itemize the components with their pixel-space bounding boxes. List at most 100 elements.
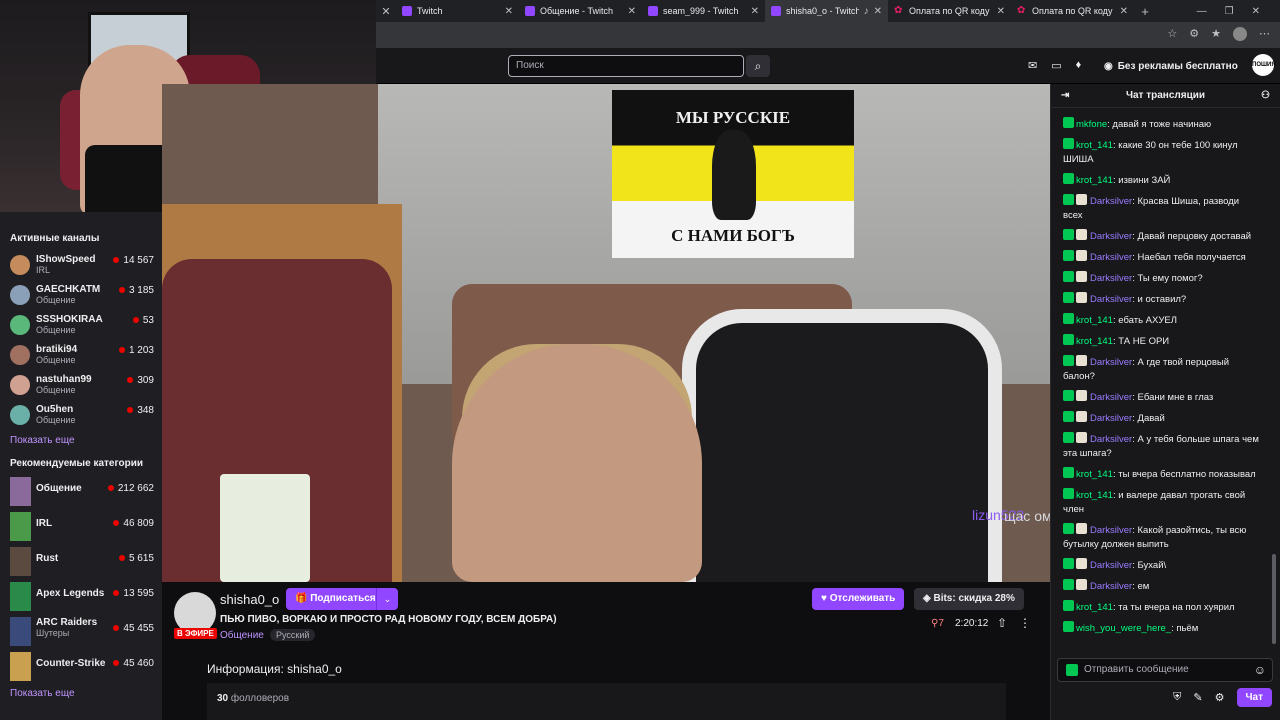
chat-username[interactable]: krot_141 xyxy=(1076,336,1113,347)
chat-message: krot_141: ты вчера бесплатно показывал xyxy=(1051,464,1267,485)
user-avatar[interactable]: ПОШИЯ xyxy=(1252,54,1276,76)
browser-tab[interactable]: ✿ Оплата по QR коду ✕ xyxy=(1011,0,1134,22)
restore-icon[interactable]: ❐ xyxy=(1225,6,1234,17)
browser-tab[interactable]: Twitch ✕ xyxy=(396,0,519,22)
chat-username[interactable]: Darksilver xyxy=(1090,196,1132,207)
show-more-categories[interactable]: Показать еще xyxy=(0,688,162,699)
speaker-icon[interactable]: ♪ xyxy=(864,6,869,17)
chat-username[interactable]: Darksilver xyxy=(1090,294,1132,305)
sidebar-category[interactable]: Counter-Strike 45 460 xyxy=(0,650,162,685)
address-bar-icons: ☆ ⚙ ★ ⋯ xyxy=(1167,27,1270,41)
chat-username[interactable]: mkfone xyxy=(1076,119,1107,130)
sidebar-channel[interactable]: SSSHOKIRAA Общение 53 xyxy=(0,311,162,341)
chevron-down-icon[interactable]: ⌄ xyxy=(376,588,398,610)
shield-icon[interactable]: ⛨ xyxy=(1173,691,1181,704)
emoji-icon[interactable]: ☺ xyxy=(1254,663,1266,677)
pencil-icon[interactable]: ✎ xyxy=(1193,691,1202,704)
collapse-chat-icon[interactable]: ⇥ xyxy=(1061,84,1069,108)
chat-username[interactable]: Darksilver xyxy=(1090,581,1132,592)
bits-button[interactable]: ◈ Bits: скидка 28% xyxy=(914,588,1024,610)
chat-username[interactable]: wish_you_were_here_ xyxy=(1076,623,1171,634)
sidebar-category[interactable]: Общение 212 662 xyxy=(0,475,162,510)
chat-username[interactable]: Darksilver xyxy=(1090,434,1132,445)
viewer-count: 309 xyxy=(127,375,154,386)
minimize-icon[interactable]: — xyxy=(1197,6,1207,17)
chat-username[interactable]: Darksilver xyxy=(1090,525,1132,536)
browser-tab[interactable]: Общение - Twitch ✕ xyxy=(519,0,642,22)
chat-username[interactable]: Darksilver xyxy=(1090,273,1132,284)
close-window-icon[interactable]: ✕ xyxy=(1252,6,1260,17)
sidebar-category[interactable]: ARC Raiders Шутеры 45 455 xyxy=(0,615,162,650)
chat-username[interactable]: krot_141 xyxy=(1076,140,1113,151)
close-icon[interactable]: ✕ xyxy=(751,6,759,17)
stream-category[interactable]: Общение xyxy=(220,630,264,641)
sidebar-category[interactable]: Rust 5 615 xyxy=(0,545,162,580)
chat-username[interactable]: Darksilver xyxy=(1090,560,1132,571)
no-ads-button[interactable]: ◉ Без рекламы бесплатно xyxy=(1104,55,1238,77)
browser-tab[interactable]: ✿ Оплата по QR коду ✕ xyxy=(888,0,1011,22)
profile-avatar[interactable] xyxy=(1233,27,1247,41)
chat-message: krot_141: какие 30 он тебе 100 кинул ШИШ… xyxy=(1051,135,1267,170)
bits-label: Bits: скидка 28% xyxy=(933,593,1015,604)
chat-input[interactable]: Отправить сообщение ☺ xyxy=(1057,658,1273,682)
chat-username[interactable]: Darksilver xyxy=(1090,357,1132,368)
users-icon[interactable]: ⚇ xyxy=(1261,84,1270,108)
chat-message: mkfone: давай я тоже начинаю xyxy=(1051,114,1267,135)
chat-message: Darksilver: Какой разойтись, ты всю буты… xyxy=(1051,520,1267,555)
star-icon[interactable]: ☆ xyxy=(1167,27,1177,41)
close-icon[interactable]: ✕ xyxy=(628,6,636,17)
address-bar[interactable]: ☆ ⚙ ★ ⋯ xyxy=(376,22,1280,48)
video-person xyxy=(452,344,702,582)
chat-username[interactable]: Darksilver xyxy=(1090,252,1132,263)
extensions-icon[interactable]: ⚙ xyxy=(1189,27,1199,41)
chat-scrollbar[interactable] xyxy=(1272,554,1276,644)
close-icon[interactable]: ✕ xyxy=(505,6,513,17)
video-player[interactable]: МЫ РУССКIЕ С НАМИ БОГЪ lizun523 щас омск… xyxy=(162,84,1050,582)
channel-name[interactable]: shisha0_o xyxy=(220,592,279,607)
chat-username[interactable]: krot_141 xyxy=(1076,602,1113,613)
more-options-icon[interactable]: ⋮ xyxy=(1019,616,1031,630)
sidebar-category[interactable]: Apex Legends 13 595 xyxy=(0,580,162,615)
chat-username[interactable]: Darksilver xyxy=(1090,413,1132,424)
search-button[interactable]: ⌕ xyxy=(746,55,770,77)
subscribe-button[interactable]: 🎁 Подписаться xyxy=(286,588,385,610)
menu-icon[interactable]: ⋯ xyxy=(1259,27,1270,41)
viewer-count: 1 203 xyxy=(119,345,154,356)
sidebar-channel[interactable]: GAECHKATM Общение 3 185 xyxy=(0,281,162,311)
chat-text: : Давай xyxy=(1132,413,1165,424)
inbox-icon[interactable]: ✉ xyxy=(1028,59,1037,72)
chat-username[interactable]: krot_141 xyxy=(1076,315,1113,326)
show-more-channels[interactable]: Показать еще xyxy=(0,435,162,446)
chat-username[interactable]: Darksilver xyxy=(1090,231,1132,242)
chat-send-button[interactable]: Чат xyxy=(1236,688,1272,707)
follow-label: Отслеживать xyxy=(829,593,896,604)
sidebar-channel[interactable]: bratiki94 Общение 1 203 xyxy=(0,341,162,371)
share-icon[interactable]: ⇧ xyxy=(997,616,1007,630)
close-icon[interactable]: ✕ xyxy=(1120,6,1128,17)
close-icon[interactable]: ✕ xyxy=(874,6,882,17)
chat-username[interactable]: krot_141 xyxy=(1076,469,1113,480)
close-icon[interactable]: ✕ xyxy=(376,5,396,18)
browser-tab[interactable]: shisha0_o - Twitch ♪ ✕ xyxy=(765,0,888,22)
sidebar-channel[interactable]: IShowSpeed IRL 14 567 xyxy=(0,251,162,281)
close-icon[interactable]: ✕ xyxy=(997,6,1005,17)
search-input[interactable]: Поиск xyxy=(508,55,744,77)
sidebar-channel[interactable]: nastuhan99 Общение 309 xyxy=(0,371,162,401)
chat-username[interactable]: Darksilver xyxy=(1090,392,1132,403)
stream-tag[interactable]: Русский xyxy=(270,629,316,641)
verified-badge-icon xyxy=(1063,229,1074,240)
favorites-icon[interactable]: ★ xyxy=(1211,27,1221,41)
follow-button[interactable]: ♥ Отслеживать xyxy=(812,588,905,610)
sidebar-category[interactable]: IRL 46 809 xyxy=(0,510,162,545)
crown-icon[interactable]: ♦ xyxy=(1076,59,1082,72)
chat-text: : Ебани мне в глаз xyxy=(1132,392,1214,403)
chat-username[interactable]: krot_141 xyxy=(1076,490,1113,501)
chat-text: : извини ЗАЙ xyxy=(1112,175,1171,186)
chat-username[interactable]: krot_141 xyxy=(1076,175,1113,186)
whispers-icon[interactable]: ▭ xyxy=(1051,59,1061,72)
browser-tab[interactable]: seam_999 - Twitch ✕ xyxy=(642,0,765,22)
viewer-count: 3 185 xyxy=(119,285,154,296)
new-tab-button[interactable]: + xyxy=(1134,4,1156,19)
gear-icon[interactable]: ⚙ xyxy=(1215,691,1225,704)
sidebar-channel[interactable]: Ou5hen Общение 348 xyxy=(0,401,162,431)
